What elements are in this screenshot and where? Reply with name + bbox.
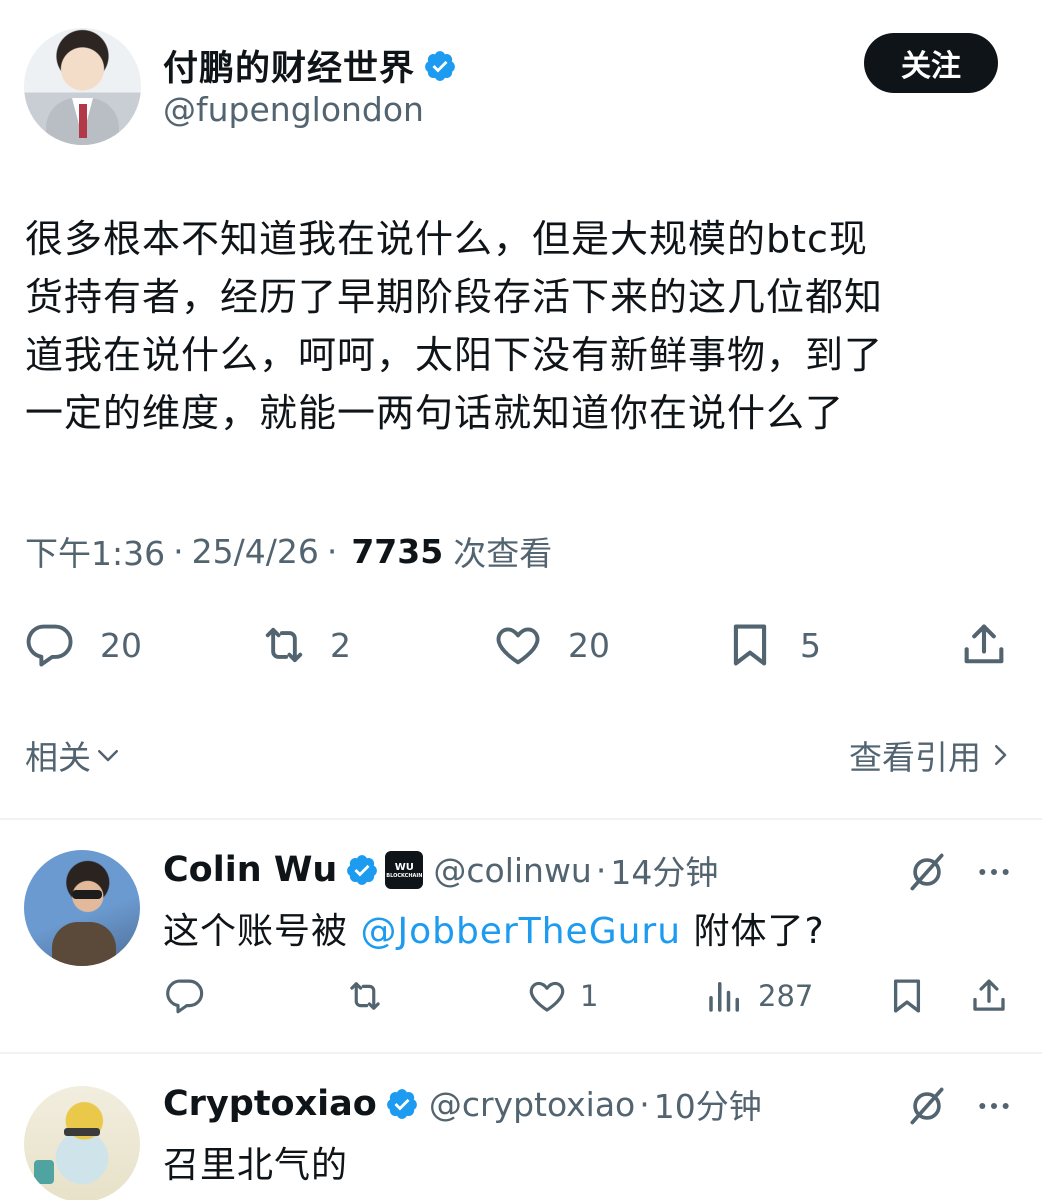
share-button[interactable] xyxy=(958,610,1010,680)
reply-time[interactable]: 10分钟 xyxy=(654,1080,762,1128)
reply-views-button[interactable]: 287 xyxy=(704,975,813,1017)
reply-item[interactable]: Cryptoxiao @cryptoxiao · 10分钟 召里北气的 xyxy=(0,1054,1042,1200)
meta-separator: · xyxy=(326,531,338,571)
tweet-line: 道我在说什么，呵呵，太阳下没有新鲜事物，到了 xyxy=(25,333,884,377)
author-name-row: 付鹏的财经世界 xyxy=(163,40,457,91)
reply-item[interactable]: Colin Wu WU BLOCKCHAIN @colinwu · 14分钟 这… xyxy=(0,820,1042,1052)
tweet-action-bar: 20 2 20 5 xyxy=(0,610,1042,680)
tweet-line: 货持有者，经历了早期阶段存活下来的这几位都知 xyxy=(25,275,884,319)
reply-like-count: 1 xyxy=(580,979,599,1013)
tweet-header: 付鹏的财经世界 @fupenglondon 关注 xyxy=(0,0,1042,180)
bookmark-icon xyxy=(733,624,767,666)
tweet-text: 很多根本不知道我在说什么，但是大规模的btc现 货持有者，经历了早期阶段存活下来… xyxy=(25,210,1025,442)
reply-avatar[interactable] xyxy=(24,1086,140,1200)
more-options-icon[interactable] xyxy=(974,850,1014,894)
more-options-icon[interactable] xyxy=(974,1084,1014,1128)
avatar-accessory xyxy=(34,1160,54,1184)
grok-icon[interactable] xyxy=(905,850,949,894)
reply-header: Cryptoxiao @cryptoxiao · 10分钟 xyxy=(163,1080,762,1128)
tweet-line: 很多根本不知道我在说什么，但是大规模的btc现 xyxy=(25,217,868,261)
related-toggle[interactable]: 相关 xyxy=(25,731,123,779)
grok-icon[interactable] xyxy=(905,1084,949,1128)
views-chart-icon xyxy=(709,982,739,1012)
reply-author-name[interactable]: Colin Wu xyxy=(163,850,337,890)
retweet-count: 2 xyxy=(330,625,351,665)
author-display-name[interactable]: 付鹏的财经世界 xyxy=(163,40,415,91)
meta-separator: · xyxy=(595,850,607,890)
chevron-down-icon xyxy=(98,750,118,762)
affiliate-badge-text: WU xyxy=(394,861,414,873)
avatar-tie xyxy=(79,104,87,138)
reply-view-count: 287 xyxy=(758,979,814,1013)
retweet-icon xyxy=(350,982,380,1010)
reply-author-handle[interactable]: @cryptoxiao xyxy=(429,1085,635,1124)
affiliate-badge-subtext: BLOCKCHAIN xyxy=(386,872,423,879)
reply-icon xyxy=(26,624,73,667)
like-button[interactable]: 20 xyxy=(492,610,610,680)
tweet-time[interactable]: 下午1:36 xyxy=(25,527,165,575)
heart-icon xyxy=(529,981,565,1012)
avatar-glasses xyxy=(64,1128,100,1136)
reply-count: 20 xyxy=(100,625,142,665)
chevron-right-icon xyxy=(995,745,1007,765)
view-quotes-label: 查看引用 xyxy=(849,738,981,777)
heart-icon xyxy=(496,627,540,665)
reply-text-after: 附体了? xyxy=(681,911,825,952)
avatar-glasses xyxy=(72,890,102,899)
tweet-date[interactable]: 25/4/26 xyxy=(192,532,319,571)
reply-text-before: 这个账号被 xyxy=(163,911,361,952)
related-row: 相关 查看引用 xyxy=(25,727,1015,783)
reply-button[interactable]: 20 xyxy=(24,610,142,680)
author-avatar[interactable] xyxy=(24,28,141,145)
author-handle[interactable]: @fupenglondon xyxy=(163,90,424,129)
share-icon xyxy=(973,979,1005,1011)
mention-link[interactable]: @JobberTheGuru xyxy=(360,911,681,952)
reply-text: 这个账号被 @JobberTheGuru 附体了? xyxy=(163,902,825,954)
view-count-label: 次查看 xyxy=(453,534,553,573)
verified-badge-icon xyxy=(386,1089,417,1119)
affiliate-badge-icon[interactable]: WU BLOCKCHAIN xyxy=(385,851,424,889)
verified-badge-icon xyxy=(347,855,378,885)
view-quotes-link[interactable]: 查看引用 xyxy=(849,731,1015,779)
reply-bookmark-button[interactable] xyxy=(886,975,928,1017)
bookmark-count: 5 xyxy=(800,625,821,665)
bookmark-button[interactable]: 5 xyxy=(724,610,821,680)
reply-retweet-button[interactable] xyxy=(344,975,386,1017)
follow-button[interactable]: 关注 xyxy=(864,33,998,93)
retweet-icon xyxy=(265,627,303,663)
related-label: 相关 xyxy=(25,738,91,777)
bookmark-icon xyxy=(893,979,921,1013)
view-count: 7735 xyxy=(351,531,444,571)
reply-header: Colin Wu WU BLOCKCHAIN @colinwu · 14分钟 xyxy=(163,846,718,894)
meta-separator: · xyxy=(173,531,184,571)
reply-author-handle[interactable]: @colinwu xyxy=(433,851,592,890)
share-icon xyxy=(964,624,1004,664)
reply-avatar[interactable] xyxy=(24,850,140,966)
reply-author-name[interactable]: Cryptoxiao xyxy=(163,1084,377,1124)
avatar-jacket xyxy=(52,922,116,966)
tweet-line: 一定的维度，就能一两句话就知道你在说什么了 xyxy=(25,391,845,435)
reply-share-button[interactable] xyxy=(968,975,1010,1017)
tweet-meta: 下午1:36 · 25/4/26 · 7735 次查看 xyxy=(25,527,552,575)
reply-reply-button[interactable] xyxy=(164,975,206,1017)
retweet-button[interactable]: 2 xyxy=(258,610,351,680)
like-count: 20 xyxy=(568,625,610,665)
verified-badge-icon xyxy=(425,50,455,81)
reply-icon xyxy=(166,979,204,1014)
reply-time[interactable]: 14分钟 xyxy=(610,846,718,894)
meta-separator: · xyxy=(639,1084,650,1124)
reply-text: 召里北气的 xyxy=(163,1145,349,1186)
reply-like-button[interactable]: 1 xyxy=(526,975,598,1017)
